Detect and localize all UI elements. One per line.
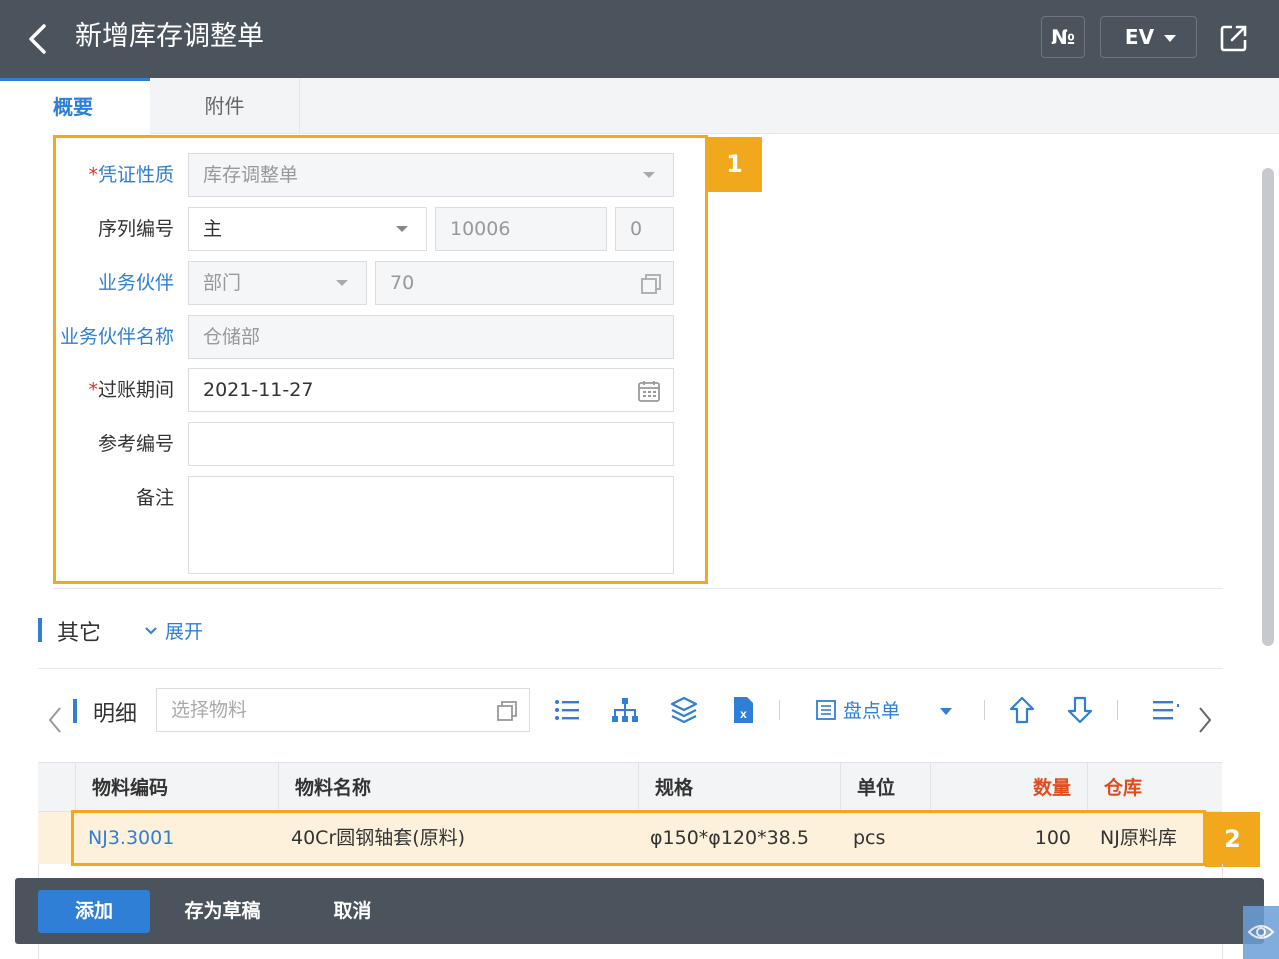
scroll-right-chevron-icon[interactable] [1196, 705, 1214, 735]
serial-suffix-field[interactable]: 0 [615, 207, 674, 251]
serial-label: 序列编号 [97, 218, 174, 240]
remark-label: 备注 [135, 487, 174, 509]
preview-toggle[interactable] [1243, 906, 1279, 959]
material-placeholder: 选择物料 [171, 699, 248, 721]
reference-label: 参考编号 [97, 433, 174, 455]
expand-toggle[interactable]: 展开 [143, 617, 203, 644]
partner-code-field[interactable]: 70 [375, 261, 674, 305]
highlight-box-2 [71, 810, 1206, 866]
partner-name-field[interactable]: 仓储部 [188, 315, 674, 359]
vertical-scrollbar[interactable] [1262, 168, 1274, 646]
stocktake-label: 盘点单 [843, 700, 901, 722]
tab-bar: 概要 附件 [0, 78, 1279, 134]
serial-number-field[interactable]: 10006 [435, 207, 607, 251]
toolbar-separator [984, 700, 985, 720]
required-asterisk: * [88, 379, 98, 401]
app-header: 新增库存调整单 № EV [0, 0, 1279, 78]
stocktake-button[interactable]: 盘点单 [815, 696, 900, 726]
list-icon[interactable] [551, 694, 583, 726]
menu-icon[interactable] [1150, 694, 1182, 726]
ev-label: EV [1124, 25, 1155, 49]
save-draft-button[interactable]: 存为草稿 [165, 890, 280, 933]
caret-down-icon [336, 280, 348, 286]
divider [38, 668, 1223, 669]
calendar-icon[interactable] [637, 379, 661, 403]
action-footer: 添加 存为草稿 取消 [15, 878, 1264, 944]
section-marker [38, 618, 42, 642]
detail-section-title: 明细 [93, 702, 138, 727]
column-header[interactable]: 单位 [840, 763, 930, 813]
annotation-badge-2: 2 [1205, 812, 1260, 867]
tab-overview[interactable]: 概要 [0, 78, 150, 134]
hierarchy-icon[interactable] [609, 694, 641, 726]
partner-name-label: 业务伙伴名称 [59, 326, 174, 348]
share-export-icon[interactable] [1218, 22, 1250, 54]
required-asterisk: * [88, 164, 98, 186]
posting-date-field[interactable]: 2021-11-27 [188, 368, 674, 412]
column-header[interactable]: 物料名称 [278, 763, 638, 813]
scroll-left-chevron-icon[interactable] [46, 705, 64, 735]
excel-import-icon[interactable]: x [727, 694, 759, 726]
eye-icon [1247, 925, 1275, 939]
material-select-input[interactable]: 选择物料 [156, 688, 530, 732]
voucher-type-value: 库存调整单 [203, 164, 299, 186]
annotation-badge-1: 1 [707, 137, 762, 192]
other-section-title: 其它 [57, 621, 102, 646]
toolbar-separator [779, 700, 780, 720]
column-header[interactable]: 数量 [930, 763, 1087, 813]
column-header[interactable]: 规格 [638, 763, 840, 813]
column-header[interactable]: 仓库 [1087, 763, 1222, 813]
voucher-type-label: *凭证性质 [88, 164, 174, 186]
back-arrow-icon[interactable] [22, 20, 56, 58]
document-icon [816, 700, 836, 720]
column-header[interactable]: 物料编码 [75, 763, 278, 813]
toolbar-separator [1117, 700, 1118, 720]
move-down-icon[interactable] [1064, 694, 1096, 726]
layers-icon[interactable] [668, 694, 700, 726]
svg-text:x: x [740, 707, 747, 721]
remark-textarea[interactable] [188, 476, 674, 574]
copy-lookup-icon[interactable] [495, 699, 519, 723]
partner-type-value: 部门 [203, 272, 242, 294]
posting-date-value: 2021-11-27 [203, 379, 314, 401]
copy-lookup-icon[interactable] [639, 272, 663, 296]
stocktake-dropdown-caret-icon[interactable] [940, 708, 952, 715]
reference-input[interactable] [188, 422, 674, 466]
caret-down-icon [396, 226, 408, 232]
ev-dropdown-button[interactable]: EV [1100, 16, 1197, 58]
chevron-down-icon [145, 627, 157, 635]
detail-table-header: 物料编码 物料名称 规格 单位 数量 仓库 [38, 762, 1222, 813]
voucher-type-select[interactable]: 库存调整单 [188, 153, 674, 197]
add-button[interactable]: 添加 [38, 890, 150, 933]
move-up-icon[interactable] [1006, 694, 1038, 726]
expand-label: 展开 [165, 621, 204, 643]
serial-series-value: 主 [203, 218, 223, 240]
tab-attachments[interactable]: 附件 [150, 78, 300, 134]
serial-series-select[interactable]: 主 [188, 207, 427, 251]
caret-down-icon [643, 172, 655, 178]
posting-date-label: *过账期间 [88, 379, 174, 401]
divider [53, 588, 1223, 589]
caret-down-icon [1164, 35, 1177, 42]
cancel-button[interactable]: 取消 [310, 890, 395, 933]
partner-label[interactable]: 业务伙伴 [14, 271, 174, 295]
number-button[interactable]: № [1041, 16, 1085, 58]
partner-code-value: 70 [390, 272, 415, 294]
section-marker [73, 699, 77, 723]
page-title: 新增库存调整单 [75, 21, 264, 52]
partner-type-select[interactable]: 部门 [188, 261, 367, 305]
